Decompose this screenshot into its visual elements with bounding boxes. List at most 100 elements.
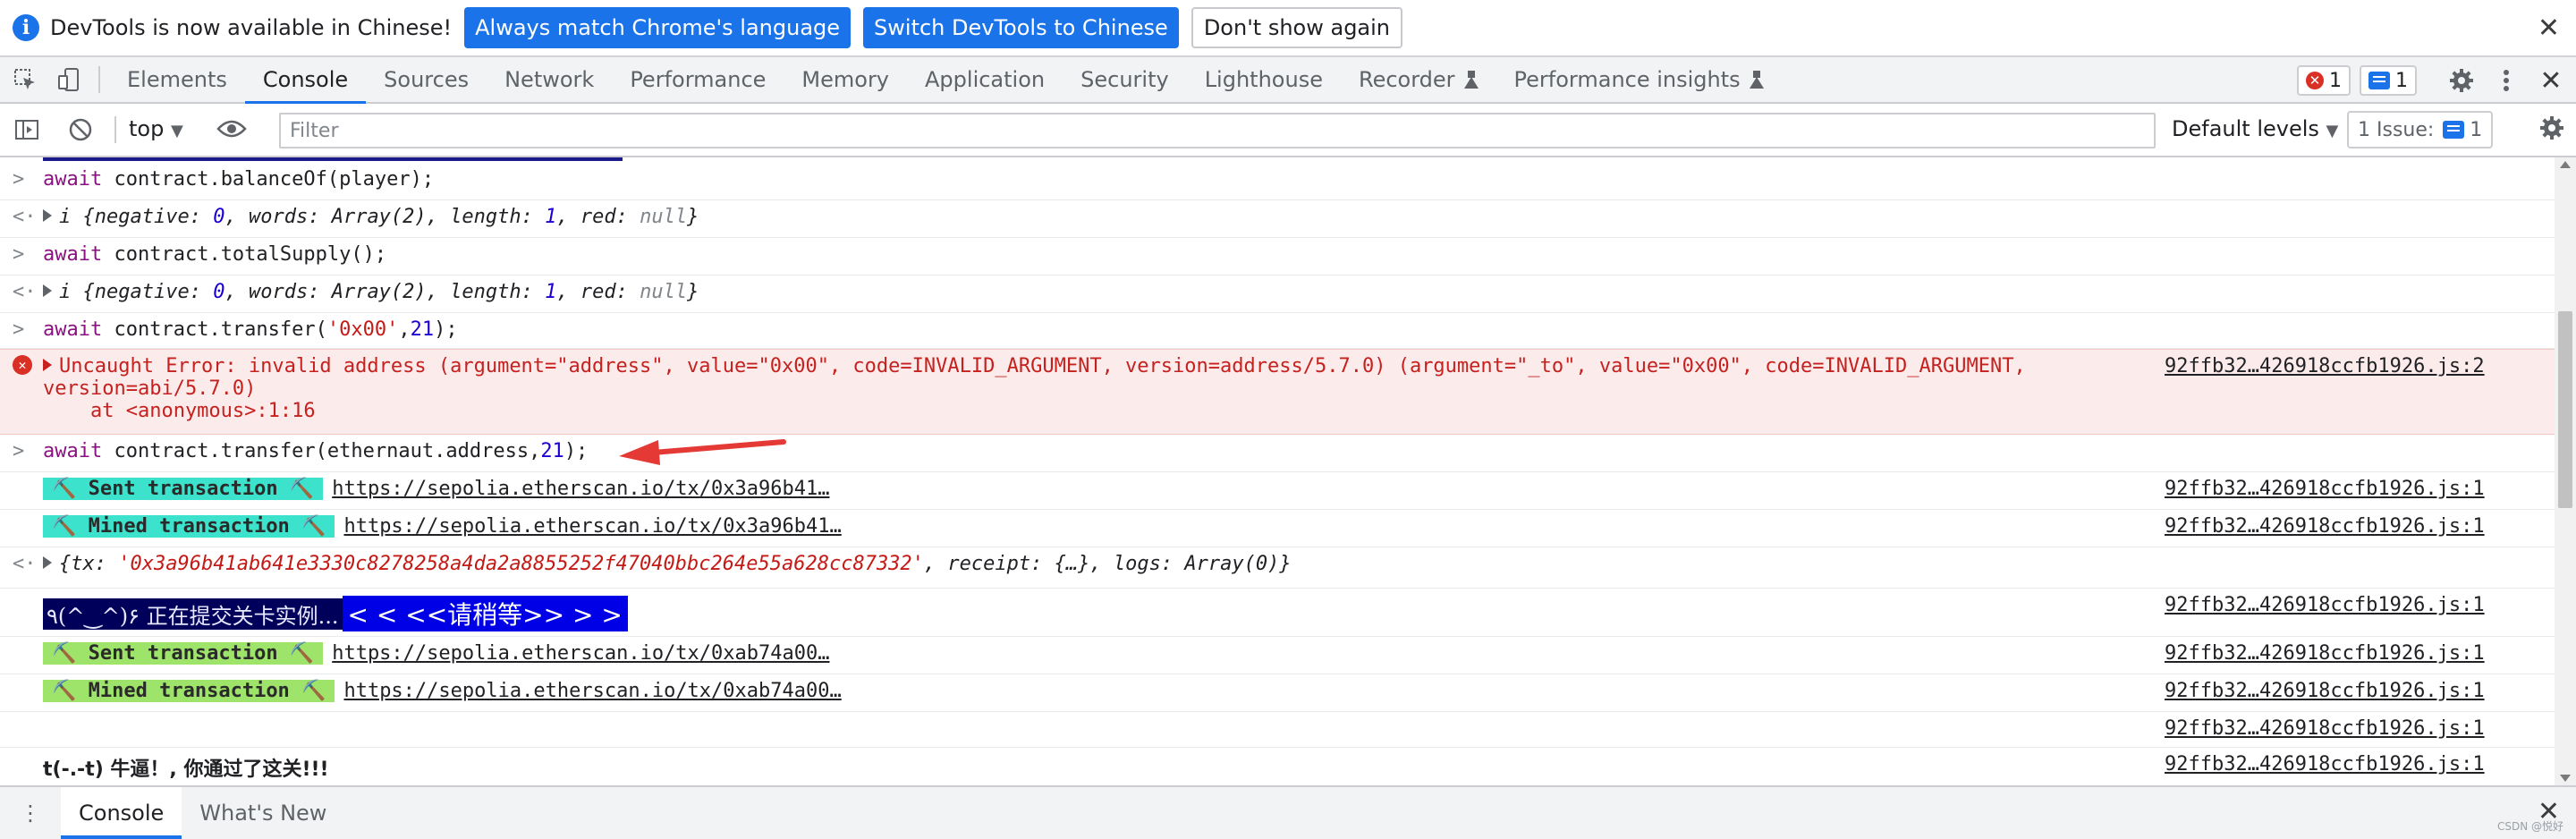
tab-network[interactable]: Network xyxy=(487,56,612,103)
tab-label: Memory xyxy=(801,67,890,92)
more-vertical-icon[interactable] xyxy=(2487,57,2526,104)
expand-triangle-icon[interactable] xyxy=(43,209,52,222)
issues-label: 1 Issue: xyxy=(2358,118,2435,141)
source-link[interactable]: 92ffb32…426918ccfb1926.js:1 xyxy=(2165,642,2485,665)
tab-memory[interactable]: Memory xyxy=(784,56,907,103)
close-devtools-icon[interactable]: ✕ xyxy=(2526,57,2576,104)
scroll-down-icon[interactable] xyxy=(2560,775,2571,782)
console-result-row[interactable]: <· {tx: '0x3a96b41ab641e3330c8278258a4da… xyxy=(0,547,2555,589)
sidebar-toggle-icon[interactable] xyxy=(0,106,54,153)
infobar-close-icon[interactable]: ✕ xyxy=(2538,13,2560,44)
infobar-message: DevTools is now available in Chinese! xyxy=(50,15,453,40)
issue-message-icon xyxy=(2443,121,2465,139)
filter-input[interactable] xyxy=(279,113,2156,148)
tx-link[interactable]: https://sepolia.etherscan.io/tx/0x3a96b4… xyxy=(332,478,829,500)
prop-value: 0 xyxy=(213,281,225,303)
prop-key: red xyxy=(580,206,616,228)
console-result-row[interactable]: <· i {negative: 0, words: Array(2), leng… xyxy=(0,275,2555,313)
log-levels-dropdown[interactable]: Default levels ▼ xyxy=(2172,116,2338,141)
live-expression-icon[interactable] xyxy=(216,118,247,143)
await-keyword: await xyxy=(43,243,103,266)
tab-label: Elements xyxy=(127,67,227,92)
source-link[interactable]: 92ffb32…426918ccfb1926.js:1 xyxy=(2165,515,2485,538)
prop-value: Array(2) xyxy=(331,281,427,303)
gear-icon[interactable] xyxy=(2436,57,2487,104)
expand-triangle-icon[interactable] xyxy=(43,359,52,371)
input-prompt-icon: > xyxy=(13,440,25,462)
toolbar-separator xyxy=(114,116,116,143)
watermark-text: CSDN @悦好 xyxy=(2496,820,2563,833)
console-scrollbar[interactable] xyxy=(2555,157,2576,785)
error-count-badge[interactable]: ✕ 1 xyxy=(2297,65,2351,96)
tab-application[interactable]: Application xyxy=(907,56,1063,103)
object-name: i xyxy=(59,281,83,303)
chevron-down-icon: ▼ xyxy=(170,122,183,140)
red-arrow-annotation-icon xyxy=(619,439,786,465)
result-arrow-icon: <· xyxy=(13,281,37,303)
console-input-row: > await contract.transfer(ethernaut.addr… xyxy=(0,435,2555,472)
error-icon: ✕ xyxy=(13,355,38,375)
tx-link[interactable]: https://sepolia.etherscan.io/tx/0xab74a0… xyxy=(332,642,829,665)
tx-link[interactable]: https://sepolia.etherscan.io/tx/0x3a96b4… xyxy=(343,515,841,538)
command-text: contract.transfer( xyxy=(114,318,327,341)
console-output[interactable]: > await contract.balanceOf(player); <· i… xyxy=(0,157,2555,785)
tab-console[interactable]: Console xyxy=(244,56,367,105)
await-keyword: await xyxy=(43,440,103,462)
error-stack: at <anonymous>:1:16 xyxy=(43,400,316,422)
source-link[interactable]: 92ffb32…426918ccfb1926.js:1 xyxy=(2165,717,2485,740)
source-link[interactable]: 92ffb32…426918ccfb1926.js:1 xyxy=(2165,680,2485,702)
object-name: i xyxy=(59,206,83,228)
experimental-flask-icon xyxy=(1749,71,1764,89)
console-input-row: > await contract.totalSupply(); xyxy=(0,238,2555,275)
chevron-down-icon: ▼ xyxy=(2326,122,2339,140)
tab-performance[interactable]: Performance xyxy=(612,56,784,103)
issues-button[interactable]: 1 Issue: 1 xyxy=(2347,111,2494,148)
scrollbar-thumb[interactable] xyxy=(2558,311,2572,508)
console-error-row[interactable]: ✕ Uncaught Error: invalid address (argum… xyxy=(0,349,2555,435)
error-message-cont: version=abi/5.7.0) xyxy=(43,377,257,400)
drawer-tab-whats-new[interactable]: What's New xyxy=(182,787,344,839)
mined-transaction-tag: ⛏️ Mined transaction ⛏️ xyxy=(43,515,335,538)
command-text: contract.transfer(ethernaut.address, xyxy=(114,440,541,462)
expand-triangle-icon[interactable] xyxy=(43,556,52,569)
context-selector[interactable]: top ▼ xyxy=(129,116,183,141)
error-count: 1 xyxy=(2329,69,2342,92)
console-result-row[interactable]: <· i {negative: 0, words: Array(2), leng… xyxy=(0,200,2555,238)
error-icon: ✕ xyxy=(2306,72,2324,89)
console-settings-gear-icon[interactable] xyxy=(2538,114,2565,145)
language-infobar: i DevTools is now available in Chinese! … xyxy=(0,0,2576,57)
tab-sources[interactable]: Sources xyxy=(366,56,487,103)
switch-to-chinese-button[interactable]: Switch DevTools to Chinese xyxy=(863,7,1179,48)
console-log-row: ⛏️ Mined transaction ⛏️ https://sepolia.e… xyxy=(0,510,2555,547)
source-link[interactable]: 92ffb32…426918ccfb1926.js:1 xyxy=(2165,478,2485,500)
device-toolbar-icon[interactable] xyxy=(50,56,89,103)
always-match-language-button[interactable]: Always match Chrome's language xyxy=(464,7,852,48)
toolbar-separator xyxy=(98,66,100,93)
prop-key: tx xyxy=(71,553,95,575)
drawer-menu-icon[interactable]: ⋮ xyxy=(0,787,61,839)
issues-count: 1 xyxy=(2470,118,2483,141)
message-count-badge[interactable]: 1 xyxy=(2360,65,2417,96)
dont-show-again-button[interactable]: Don't show again xyxy=(1191,7,1403,48)
tab-label: Recorder xyxy=(1358,67,1455,92)
prop-key: words xyxy=(248,281,309,303)
drawer-tab-console[interactable]: Console xyxy=(61,787,182,839)
prop-key: negative xyxy=(94,281,190,303)
tab-elements[interactable]: Elements xyxy=(109,56,245,103)
tab-recorder[interactable]: Recorder xyxy=(1341,56,1496,103)
tx-link[interactable]: https://sepolia.etherscan.io/tx/0xab74a0… xyxy=(343,680,841,702)
tab-lighthouse[interactable]: Lighthouse xyxy=(1187,56,1341,103)
previous-log-strip xyxy=(43,157,623,161)
source-link[interactable]: 92ffb32…426918ccfb1926.js:1 xyxy=(2165,594,2485,616)
prop-value: 1 xyxy=(545,206,557,228)
source-link[interactable]: 92ffb32…426918ccfb1926.js:1 xyxy=(2165,753,2485,775)
expand-triangle-icon[interactable] xyxy=(43,284,52,297)
inspect-element-icon[interactable] xyxy=(0,56,50,103)
console-log-row: ⛏️ Sent transaction ⛏️ https://sepolia.et… xyxy=(0,637,2555,674)
tab-security[interactable]: Security xyxy=(1063,56,1187,103)
result-arrow-icon: <· xyxy=(13,206,37,228)
clear-console-icon[interactable] xyxy=(54,106,107,153)
source-link[interactable]: 92ffb32…426918ccfb1926.js:2 xyxy=(2165,355,2485,377)
tab-performance-insights[interactable]: Performance insights xyxy=(1496,56,1782,103)
scroll-up-icon[interactable] xyxy=(2560,161,2571,168)
